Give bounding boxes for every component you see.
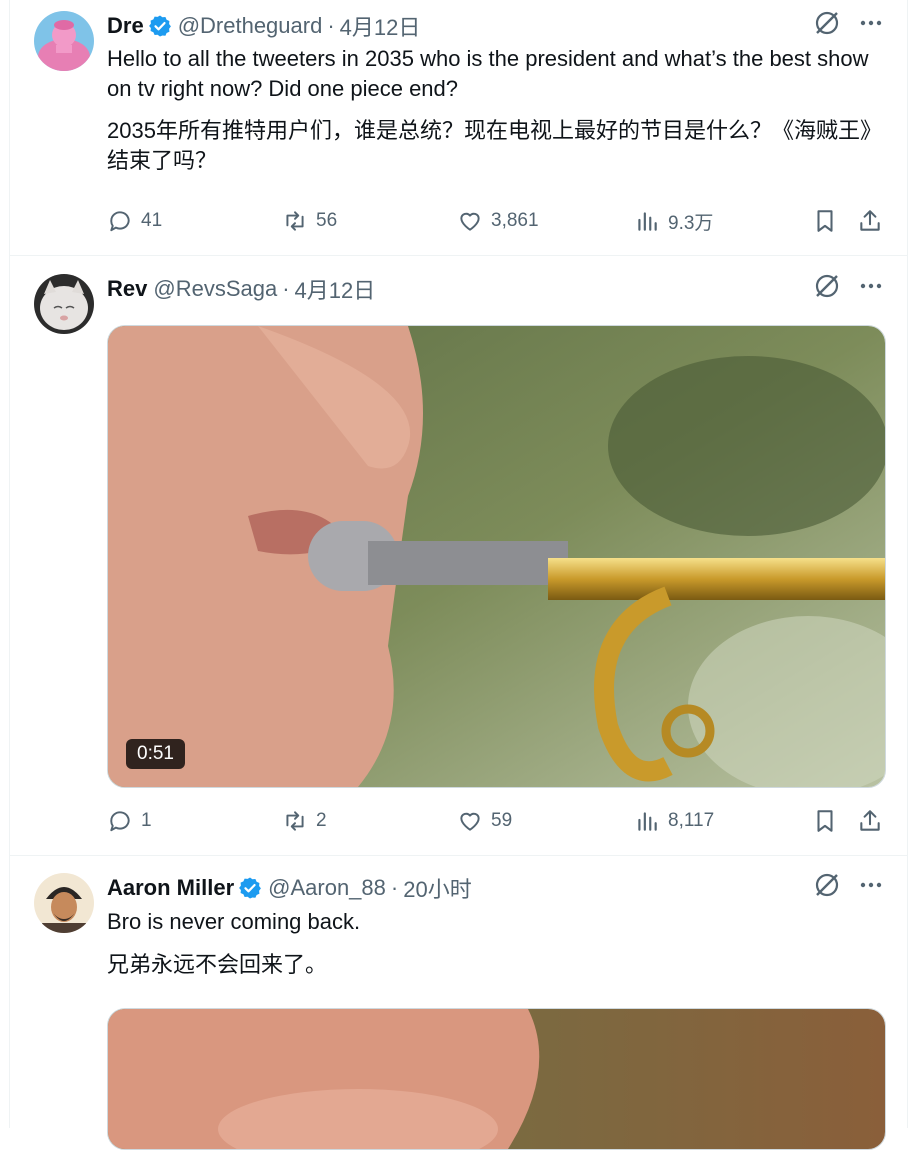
tweet-header: Rev @RevsSaga · 4月12日 xyxy=(107,274,887,304)
user-handle[interactable]: @Aaron_88 xyxy=(268,875,386,901)
tweet-actions: 1 2 59 8,117 xyxy=(107,805,887,837)
tweet-text-translation: 2035年所有推特用户们，谁是总统？现在电视上最好的节目是什么？《海贼王》结束了… xyxy=(107,118,871,173)
reply-icon xyxy=(110,811,130,832)
tweet-text-original: Bro is never coming back. xyxy=(107,909,361,934)
grok-icon[interactable] xyxy=(813,871,841,905)
display-name[interactable]: Aaron Miller xyxy=(107,875,234,901)
video-thumbnail xyxy=(108,326,885,787)
avatar[interactable] xyxy=(34,873,94,933)
tweet-text-translation: 兄弟永远不会回来了。 xyxy=(107,952,328,977)
repost-count: 56 xyxy=(316,210,338,231)
like-button[interactable]: 59 xyxy=(457,805,512,837)
reply-button[interactable]: 1 xyxy=(107,805,152,837)
tweet-dre[interactable]: Dre @Dretheguard · 4月12日 Hello to all th… xyxy=(10,0,907,256)
user-handle[interactable]: @Dretheguard xyxy=(178,13,323,39)
video-thumbnail xyxy=(108,1009,885,1149)
video-player[interactable]: 0:51 xyxy=(107,325,886,788)
timeline-border-right xyxy=(907,0,908,1128)
bookmark-button[interactable] xyxy=(812,805,838,837)
header-icons xyxy=(813,873,883,903)
tweet-aaron-miller[interactable]: Aaron Miller @Aaron_88 · 20小时 Bro is nev… xyxy=(10,855,907,1150)
share-icon xyxy=(860,810,880,831)
grok-icon[interactable] xyxy=(813,272,841,306)
views-button[interactable]: 9.3万 xyxy=(634,205,713,237)
timestamp[interactable]: 4月12日 xyxy=(295,273,376,305)
repost-button[interactable]: 56 xyxy=(282,205,337,237)
separator-dot: · xyxy=(282,276,290,301)
reply-icon xyxy=(110,211,130,232)
display-name[interactable]: Rev xyxy=(107,276,147,302)
share-button[interactable] xyxy=(857,805,883,837)
more-icon[interactable] xyxy=(859,873,883,903)
bookmark-button[interactable] xyxy=(812,205,838,237)
bookmark-icon xyxy=(817,810,833,832)
views-icon xyxy=(638,212,657,231)
tweet-rev[interactable]: Rev @RevsSaga · 4月12日 0:51 1 2 59 8,117 xyxy=(10,255,907,856)
share-icon xyxy=(860,210,880,231)
timestamp[interactable]: 20小时 xyxy=(403,872,471,904)
share-button[interactable] xyxy=(857,205,883,237)
like-icon xyxy=(460,212,480,231)
reply-button[interactable]: 41 xyxy=(107,205,162,237)
like-count: 3,861 xyxy=(491,210,539,231)
bookmark-icon xyxy=(817,210,833,232)
header-icons xyxy=(813,274,883,304)
views-icon xyxy=(638,812,657,831)
user-handle[interactable]: @RevsSaga xyxy=(153,276,277,302)
separator-dot: · xyxy=(390,875,399,900)
tweet-actions: 41 56 3,861 9.3万 xyxy=(107,205,887,237)
repost-count: 2 xyxy=(316,810,327,831)
tweet-header: Dre @Dretheguard · 4月12日 xyxy=(107,11,887,41)
more-icon[interactable] xyxy=(859,11,883,41)
verified-badge-icon xyxy=(238,876,262,900)
tweet-header: Aaron Miller @Aaron_88 · 20小时 xyxy=(107,873,887,903)
repost-button[interactable]: 2 xyxy=(282,805,327,837)
separator-dot: · xyxy=(327,13,335,38)
views-count: 8,117 xyxy=(668,810,715,831)
header-icons xyxy=(813,11,883,41)
more-icon[interactable] xyxy=(859,274,883,304)
like-count: 59 xyxy=(491,810,513,831)
tweet-text-original: Hello to all the tweeters in 2035 who is… xyxy=(107,46,869,101)
timestamp[interactable]: 4月12日 xyxy=(340,10,421,42)
grok-icon[interactable] xyxy=(813,9,841,43)
views-button[interactable]: 8,117 xyxy=(634,805,714,837)
video-duration: 0:51 xyxy=(126,739,185,769)
views-count: 9.3万 xyxy=(668,212,714,234)
like-button[interactable]: 3,861 xyxy=(457,205,539,237)
video-player[interactable] xyxy=(107,1008,886,1150)
verified-badge-icon xyxy=(148,14,172,38)
avatar[interactable] xyxy=(34,11,94,71)
reply-count: 1 xyxy=(141,810,152,831)
repost-icon xyxy=(286,811,304,831)
repost-icon xyxy=(286,211,304,231)
like-icon xyxy=(460,812,480,831)
reply-count: 41 xyxy=(141,210,163,231)
display-name[interactable]: Dre xyxy=(107,13,144,39)
avatar[interactable] xyxy=(34,274,94,334)
